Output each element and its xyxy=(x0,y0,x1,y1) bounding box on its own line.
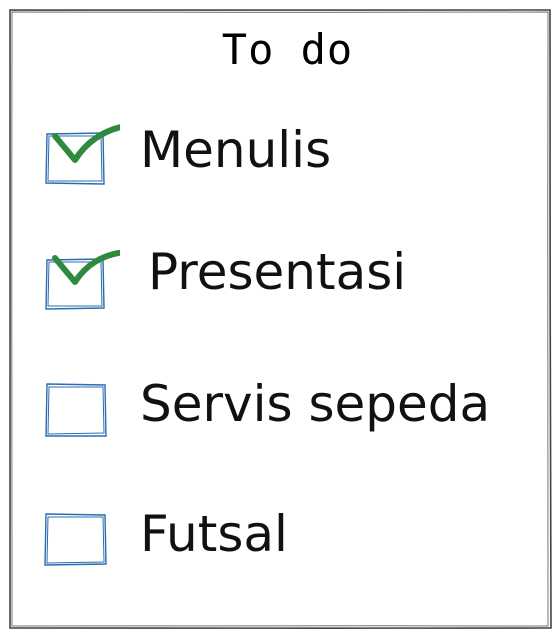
checkbox-checked-icon xyxy=(45,123,129,185)
checkbox-empty-icon xyxy=(45,383,107,437)
checkbox-checked-icon xyxy=(45,249,129,310)
list-item-servis-sepeda: Servis sepeda xyxy=(0,372,560,452)
list-item-futsal: Futsal xyxy=(0,502,560,582)
todo-label: Futsal xyxy=(140,505,288,563)
checkbox-servis-sepeda[interactable] xyxy=(40,372,120,452)
list-item-menulis: Menulis xyxy=(0,118,560,198)
checkbox-menulis[interactable] xyxy=(40,118,129,198)
todo-label: Servis sepeda xyxy=(140,375,491,433)
checkbox-empty-icon xyxy=(44,513,107,566)
todo-label: Menulis xyxy=(140,121,332,179)
list-item-presentasi: Presentasi xyxy=(0,242,560,322)
checkbox-presentasi[interactable] xyxy=(40,242,129,322)
todo-label: Presentasi xyxy=(148,243,407,301)
page-title: To do xyxy=(221,25,354,74)
checkbox-futsal[interactable] xyxy=(40,502,120,582)
